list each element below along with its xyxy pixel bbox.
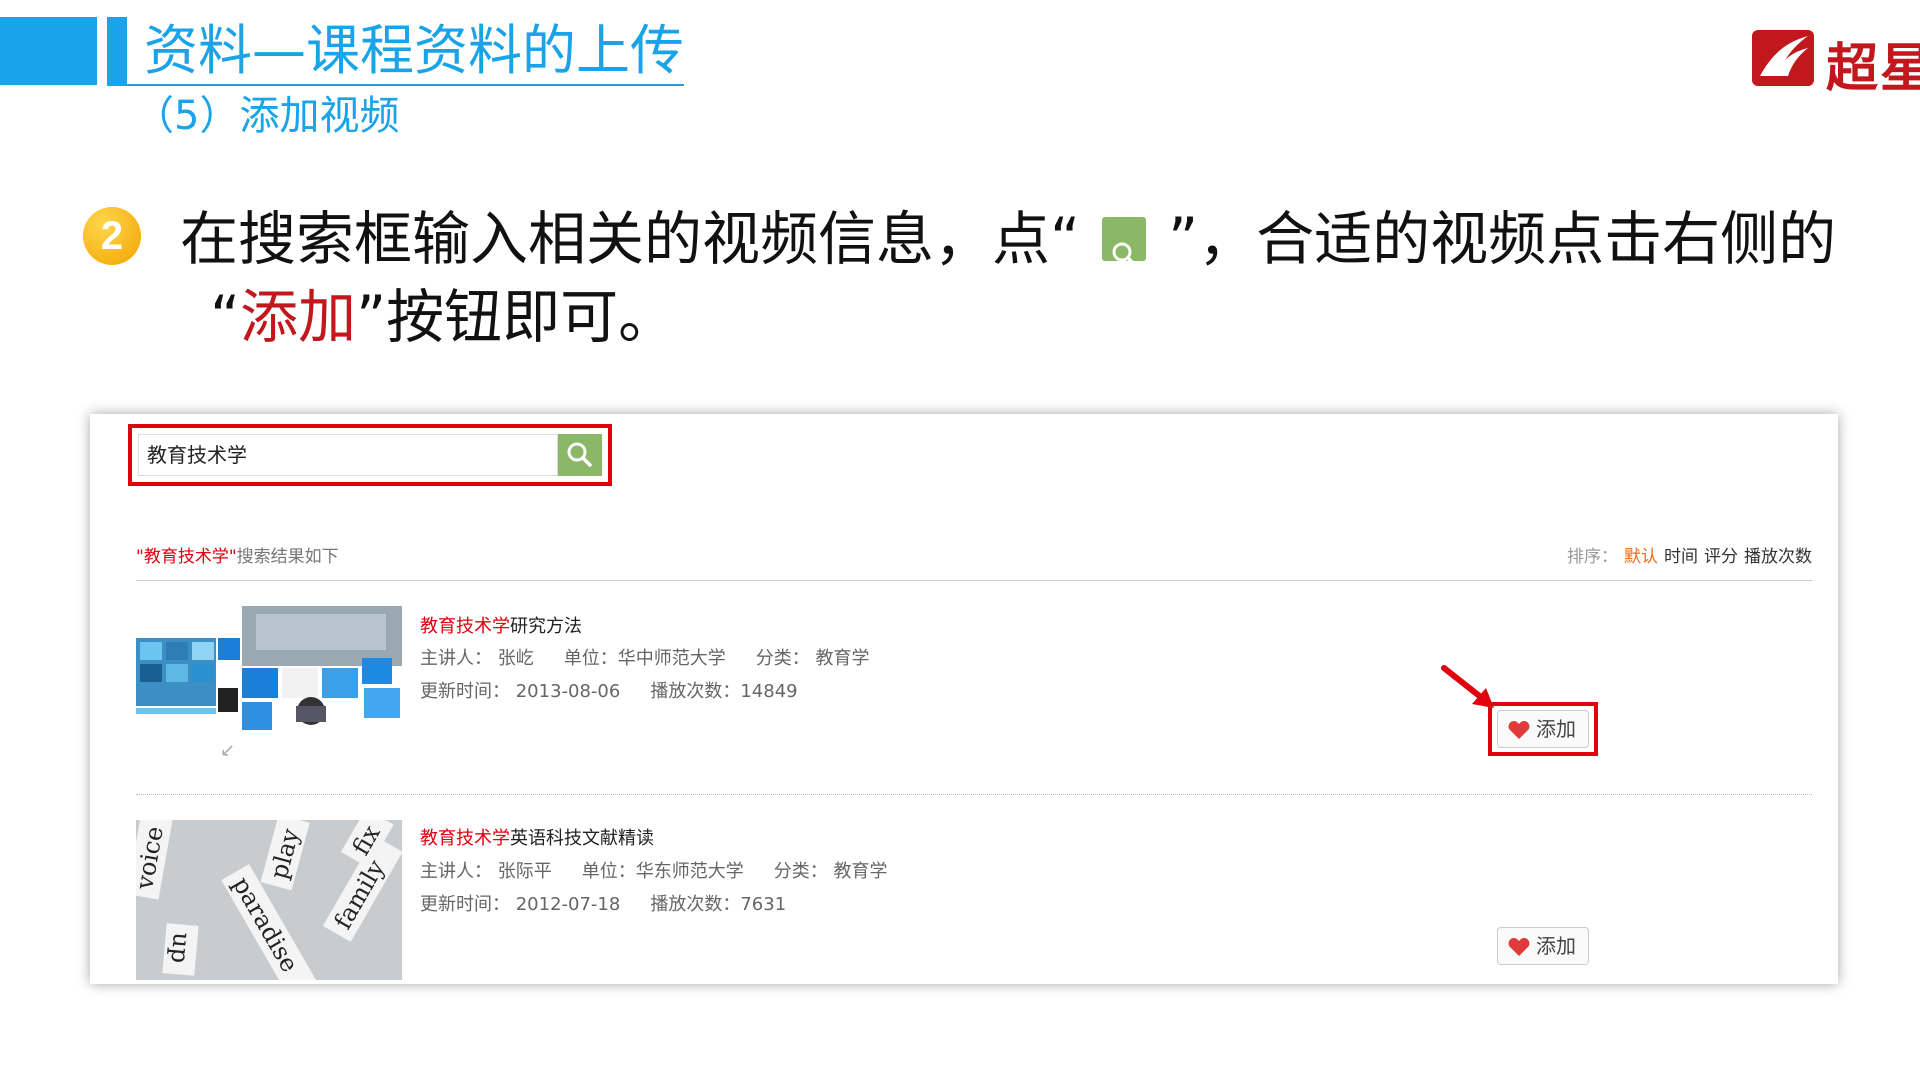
search-results-screenshot: 教育技术学 "教育技术学"搜索结果如下 排序： 默认 时间 评分 播放次数 ↙ … bbox=[90, 414, 1838, 984]
divider bbox=[136, 580, 1812, 581]
course-unit: 单位：华中师范大学 bbox=[563, 648, 726, 669]
sort-plays[interactable]: 播放次数 bbox=[1744, 547, 1812, 567]
instruction-line-2: “添加”按钮即可。 bbox=[180, 278, 676, 356]
thumb-word: up bbox=[165, 931, 196, 964]
add-button-label: 添加 bbox=[1536, 934, 1576, 958]
step-number-badge: 2 bbox=[83, 207, 141, 265]
course-title-keyword: 教育技术学 bbox=[420, 616, 510, 637]
course-updated: 更新时间： 2013-08-06 bbox=[420, 681, 621, 702]
title-accent-bar-small bbox=[107, 17, 127, 85]
slide-title: 资料—课程资料的上传 bbox=[144, 19, 684, 82]
course-updated: 更新时间： 2012-07-18 bbox=[420, 894, 621, 915]
add-button[interactable]: 添加 bbox=[1497, 927, 1589, 965]
results-keyword: "教育技术学" bbox=[136, 547, 237, 567]
course-category: 分类： 教育学 bbox=[773, 861, 888, 882]
title-accent-bar bbox=[0, 17, 97, 85]
course-lecturer: 主讲人： 张际平 bbox=[420, 861, 552, 882]
heart-icon bbox=[1508, 721, 1530, 739]
sort-label: 排序： bbox=[1567, 547, 1618, 567]
course-category: 分类： 教育学 bbox=[755, 648, 870, 669]
slide-subtitle: （5）添加视频 bbox=[134, 93, 400, 139]
logo-mark-icon bbox=[1752, 30, 1814, 86]
quote-open: “ bbox=[210, 283, 241, 351]
course-thumbnail[interactable]: ↙ bbox=[136, 606, 402, 766]
course-thumbnail[interactable]: voice play paradise family up fix bbox=[136, 820, 402, 980]
course-meta-line-1: 主讲人： 张屹 单位：华中师范大学 分类： 教育学 bbox=[420, 644, 899, 670]
instruction-text-a: 在搜索框输入相关的视频信息，点“ bbox=[180, 205, 1081, 273]
results-summary: "教育技术学"搜索结果如下 bbox=[136, 542, 339, 567]
course-plays: 播放次数：7631 bbox=[650, 894, 787, 915]
instruction-text-b: ”，合适的视频点击右侧的 bbox=[1168, 205, 1837, 273]
course-title[interactable]: 教育技术学英语科技文献精读 bbox=[420, 824, 654, 850]
search-icon bbox=[1102, 216, 1147, 266]
chaoxing-logo: 超星 bbox=[1750, 24, 1920, 99]
search-highlight-box: 教育技术学 bbox=[128, 424, 612, 486]
course-meta-line-1: 主讲人： 张际平 单位：华东师范大学 分类： 教育学 bbox=[420, 857, 917, 883]
course-title[interactable]: 教育技术学研究方法 bbox=[420, 612, 582, 638]
instruction-text-c: ”按钮即可。 bbox=[356, 283, 677, 351]
sort-rating[interactable]: 评分 bbox=[1704, 547, 1738, 567]
add-button[interactable]: 添加 bbox=[1497, 710, 1589, 748]
heart-icon bbox=[1508, 938, 1530, 956]
course-meta-line-2: 更新时间： 2012-07-18 播放次数：7631 bbox=[420, 890, 816, 916]
result-separator bbox=[136, 794, 1812, 795]
search-button[interactable] bbox=[558, 434, 602, 476]
search-icon bbox=[567, 442, 592, 467]
instruction-line-1: 在搜索框输入相关的视频信息，点“ ”，合适的视频点击右侧的 bbox=[180, 200, 1836, 278]
course-lecturer: 主讲人： 张屹 bbox=[420, 648, 534, 669]
course-title-rest: 研究方法 bbox=[510, 616, 582, 637]
course-title-rest: 英语科技文献精读 bbox=[510, 828, 654, 849]
course-meta-line-2: 更新时间： 2013-08-06 播放次数：14849 bbox=[420, 677, 828, 703]
search-input[interactable]: 教育技术学 bbox=[138, 434, 558, 476]
results-summary-text: 搜索结果如下 bbox=[236, 547, 339, 567]
course-plays: 播放次数：14849 bbox=[650, 681, 798, 702]
svg-text:↙: ↙ bbox=[220, 740, 235, 761]
sort-default[interactable]: 默认 bbox=[1624, 547, 1658, 567]
sort-time[interactable]: 时间 bbox=[1664, 547, 1698, 567]
instruction-add-word: 添加 bbox=[240, 283, 357, 351]
logo-text: 超星 bbox=[1826, 38, 1920, 99]
add-button-label: 添加 bbox=[1536, 717, 1576, 741]
title-underline bbox=[107, 84, 684, 86]
sort-bar: 排序： 默认 时间 评分 播放次数 bbox=[1561, 542, 1812, 567]
course-title-keyword: 教育技术学 bbox=[420, 828, 510, 849]
course-unit: 单位：华东师范大学 bbox=[581, 861, 744, 882]
